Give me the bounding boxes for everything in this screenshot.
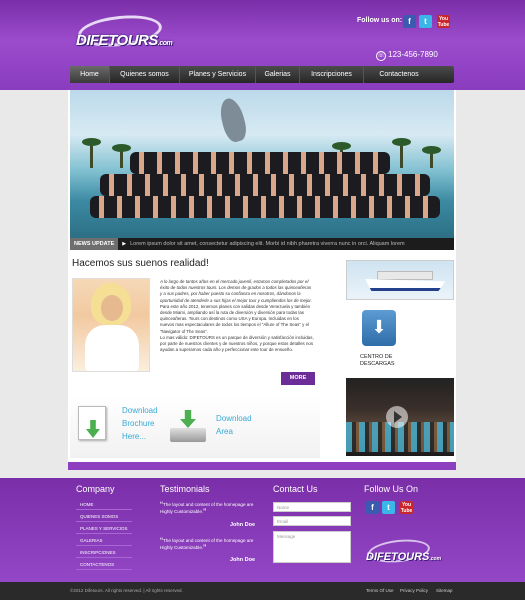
youtube-icon[interactable]: You Tube	[437, 15, 450, 28]
footer-link-home[interactable]: HOME	[76, 500, 132, 510]
link-line[interactable]: Download	[216, 412, 252, 425]
brochure-download-icon[interactable]	[76, 406, 116, 448]
message-field[interactable]: Message	[273, 531, 351, 563]
follow-heading: Follow Us On	[364, 484, 419, 494]
descargas-caption: CENTRO DE DESCARGAS	[360, 354, 395, 368]
footer-link-galerias[interactable]: GALERIAS	[76, 536, 132, 546]
palm-tree	[112, 144, 131, 168]
footer-link-planes[interactable]: PLANES Y SERVICIOS	[76, 524, 132, 534]
downloads-box: Download Brochure Here... Download Area	[70, 396, 320, 458]
phone-icon: ☏	[376, 51, 386, 61]
about-paragraph: Para este año 2012, tenemos planes con s…	[160, 303, 311, 334]
nav-contactenos[interactable]: Contactenos	[364, 66, 434, 83]
drive-download-icon[interactable]	[170, 410, 210, 452]
banner-slideshow[interactable]	[70, 90, 454, 238]
palm-tree	[392, 138, 411, 168]
ship-deck	[377, 271, 433, 280]
news-ticker: NEWS UPDATE ▶ Lorem ipsum dolor sit amet…	[70, 238, 454, 250]
nav-inscripciones[interactable]: Inscripciones	[300, 66, 364, 83]
photo-face	[101, 295, 123, 321]
name-field[interactable]: Name	[273, 502, 351, 512]
email-field[interactable]: Email	[273, 516, 351, 526]
video-player[interactable]	[346, 378, 454, 456]
about-text: A lo largo de tantos años en el mercado …	[160, 279, 314, 353]
caption-line: CENTRO DE	[360, 354, 393, 360]
ticker-label: NEWS UPDATE	[70, 238, 119, 250]
play-icon[interactable]: ▶	[122, 241, 126, 247]
group-photo-row	[90, 196, 440, 218]
ticker-text[interactable]: Lorem ipsum dolor sit amet, consectetur …	[130, 241, 405, 247]
terms-link[interactable]: Terms Of Use	[366, 588, 394, 593]
logo-text: DIFETOURS.com	[76, 32, 173, 49]
footer-link-contactenos[interactable]: CONTACTENOS	[76, 560, 132, 570]
nav-planes-servicios[interactable]: Planes y Servicios	[180, 66, 256, 83]
copyright-text: ©2012 Difetours. All rights reserved. | …	[70, 588, 183, 593]
about-paragraph: A lo largo de tantos años en el mercado …	[160, 279, 312, 303]
testimonials-heading: Testimonials	[160, 484, 210, 494]
nav-home[interactable]: Home	[70, 66, 110, 83]
privacy-link[interactable]: Privacy Policy	[400, 588, 428, 593]
ship-hull	[365, 279, 445, 291]
dolphin	[216, 95, 250, 145]
palm-tree	[422, 146, 441, 168]
link-line[interactable]: Area	[216, 425, 252, 438]
testimonial-quote: “The layout and content of the homepage …	[160, 501, 260, 517]
nav-quienes-somos[interactable]: Quienes somos	[110, 66, 180, 83]
descargas-widget[interactable]: ⬇ CENTRO DE DESCARGAS	[346, 306, 454, 372]
testimonial-author: John Doe	[230, 522, 256, 528]
testimonial-text: The layout and content of the homepage a…	[160, 502, 254, 514]
section-title: Hacemos sus suenos realidad!	[72, 258, 209, 269]
caption-line: DESCARGAS	[360, 361, 395, 367]
more-button[interactable]: MORE	[281, 372, 315, 385]
quote-close-icon: ”	[203, 542, 207, 553]
download-area-link[interactable]: Download Area	[216, 412, 252, 438]
site-header: DIFETOURS.com Follow us on: f t You Tube…	[0, 0, 525, 90]
phone-text: 123-456-7890	[388, 50, 438, 59]
quote-close-icon: ”	[203, 506, 207, 517]
testimonial-text: The layout and content of the homepage a…	[160, 538, 254, 550]
about-paragraph: Lo mas válido: DIFETOURS es un parque de…	[160, 334, 314, 353]
site-logo[interactable]: DIFETOURS.com	[74, 11, 173, 56]
footer-link-inscripciones[interactable]: INSCRIPCIONES	[76, 548, 132, 558]
logo-text: DIFETOURS.com	[366, 551, 442, 563]
profile-photo	[72, 278, 150, 372]
testimonial-author: John Doe	[230, 557, 256, 563]
link-line[interactable]: Brochure	[122, 417, 158, 430]
link-line[interactable]: Here...	[122, 430, 158, 443]
contact-heading: Contact Us	[273, 484, 318, 494]
palm-tree	[82, 138, 101, 168]
company-heading: Company	[76, 484, 115, 494]
link-line[interactable]: Download	[122, 404, 158, 417]
twitter-icon[interactable]: t	[419, 15, 432, 28]
play-icon[interactable]	[386, 406, 408, 428]
facebook-icon[interactable]: f	[366, 501, 379, 514]
nav-galerias[interactable]: Galerias	[256, 66, 300, 83]
download-arrow-icon[interactable]: ⬇	[362, 310, 396, 346]
testimonial-quote: “The layout and content of the homepage …	[160, 537, 260, 553]
sitemap-link[interactable]: Sitemap	[436, 588, 453, 593]
follow-us-label: Follow us on:	[357, 17, 403, 24]
cruise-ship-ad[interactable]	[346, 260, 454, 300]
youtube-icon[interactable]: You Tube	[400, 501, 413, 514]
twitter-icon[interactable]: t	[382, 501, 395, 514]
group-photo-row	[100, 174, 430, 196]
footer-link-quienes-somos[interactable]: QUIENES SOMOS	[76, 512, 132, 522]
photo-top	[85, 325, 139, 371]
footer-logo[interactable]: DIFETOURS.com	[364, 536, 441, 568]
group-photo-row	[130, 152, 390, 174]
facebook-icon[interactable]: f	[403, 15, 416, 28]
main-nav: Home Quienes somos Planes y Servicios Ga…	[70, 66, 454, 83]
content-bottom-bar	[68, 462, 456, 470]
download-brochure-link[interactable]: Download Brochure Here...	[122, 404, 158, 443]
phone-number: ☏ 123-456-7890	[376, 50, 438, 61]
